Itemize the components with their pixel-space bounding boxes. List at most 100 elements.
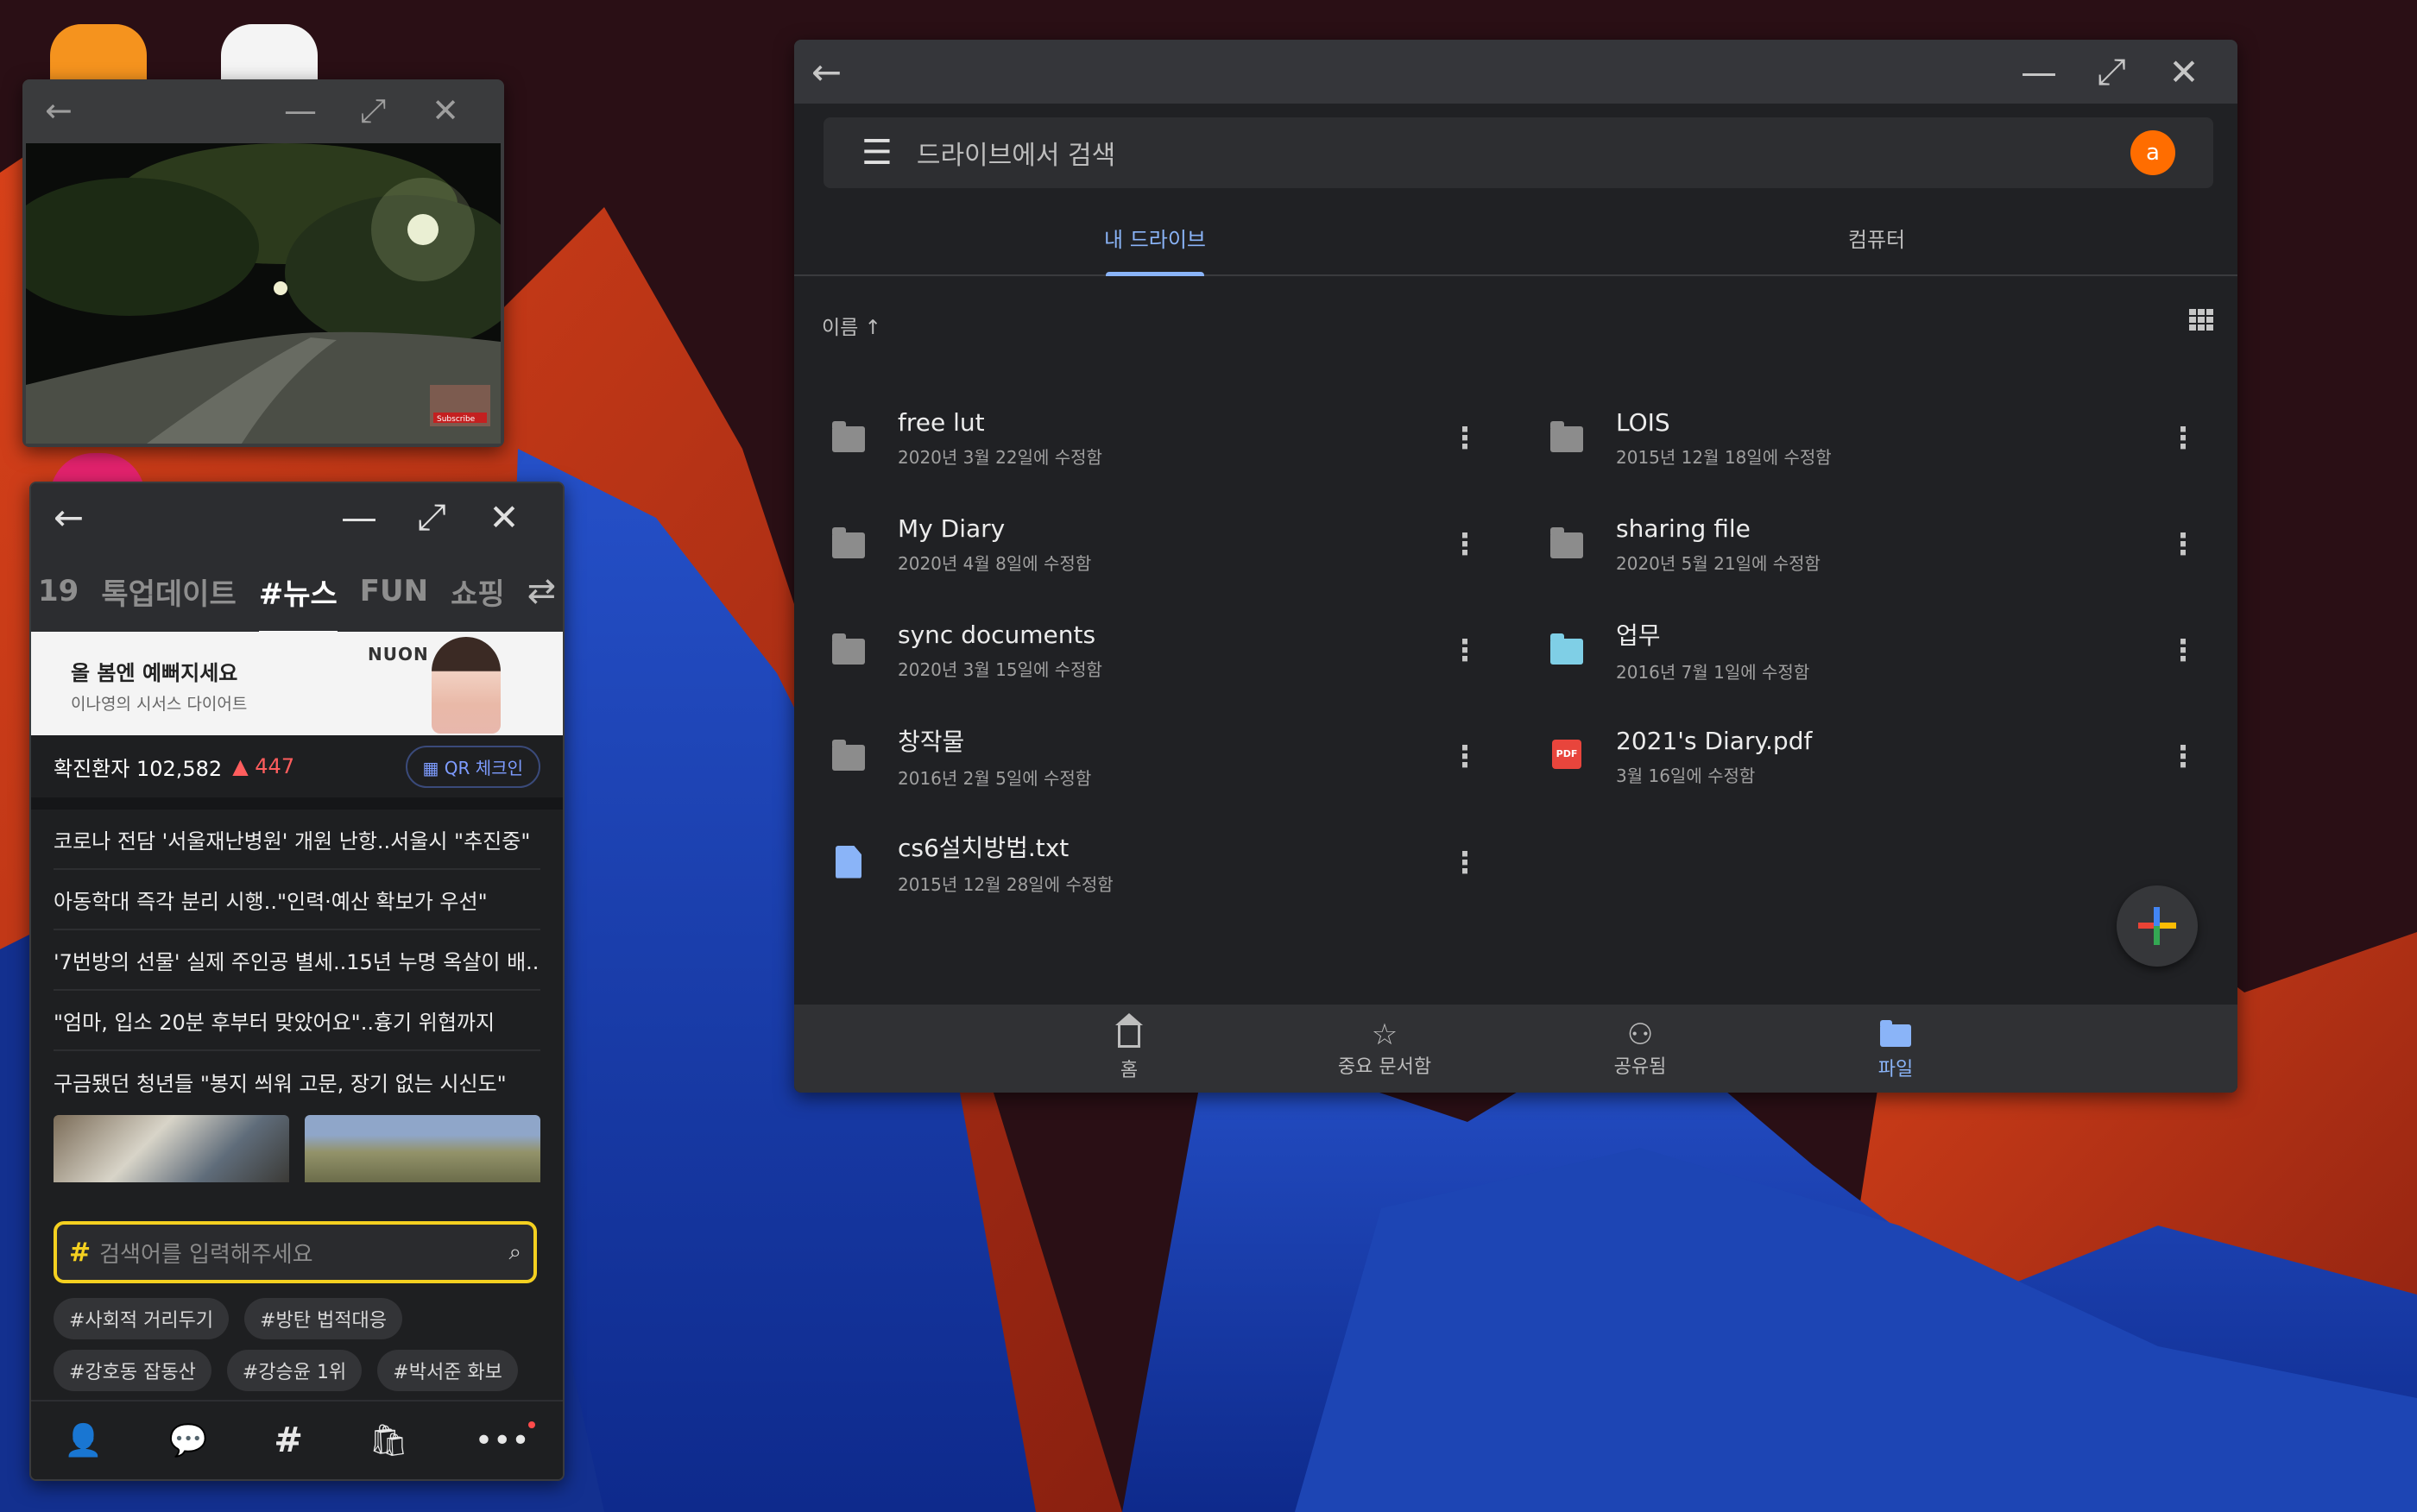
tab-shopping[interactable]: 쇼핑 (451, 570, 505, 613)
grid-view-icon[interactable] (2189, 309, 2213, 331)
maximize-icon[interactable]: ⤢ (395, 495, 468, 539)
covid-count: 확진환자 102,582 (54, 756, 223, 781)
shared-folder-icon (1550, 633, 1585, 668)
folder-icon (832, 420, 867, 456)
drive-window-titlebar: ← — ⤢ ✕ (794, 40, 2237, 104)
back-icon[interactable]: ← (54, 496, 84, 539)
chat-icon[interactable]: 💬 (169, 1422, 208, 1458)
more-vert-icon[interactable]: ⋮ (1450, 742, 1480, 772)
tab-talk-update[interactable]: 톡업데이트 (101, 570, 236, 613)
headline-item[interactable]: 코로나 전담 '서울재난병원' 개원 난항..서울시 "추진중" (54, 810, 540, 870)
tag-chip[interactable]: #박서준 화보 (377, 1350, 518, 1391)
hash-tab-icon[interactable]: # (274, 1421, 303, 1460)
file-modified: 2015년 12월 28일에 수정함 (898, 874, 1114, 895)
file-name: LOIS (1616, 407, 1670, 437)
account-avatar[interactable]: a (2130, 130, 2175, 175)
new-item-fab-button[interactable] (2117, 885, 2198, 967)
file-item[interactable]: free lut 2020년 3월 22일에 수정함 ⋮ (794, 385, 1512, 491)
video-player[interactable]: Subscribe (26, 143, 501, 444)
file-name: cs6설치방법.txt (898, 834, 1070, 862)
close-icon[interactable]: ✕ (468, 496, 540, 539)
file-item[interactable]: My Diary 2020년 4월 8일에 수정함 ⋮ (794, 491, 1512, 597)
tab-news[interactable]: #뉴스 (258, 570, 338, 635)
nav-shared[interactable]: ⚇ 공유됨 (1512, 1018, 1768, 1079)
tab-computers[interactable]: 컴퓨터 (1516, 204, 2237, 274)
hamburger-menu-icon[interactable]: ☰ (861, 133, 893, 173)
close-icon[interactable]: ✕ (409, 91, 482, 129)
doc-icon (832, 845, 867, 880)
file-item[interactable]: LOIS 2015년 12월 18일에 수정함 ⋮ (1512, 385, 2231, 491)
file-item[interactable]: 창작물 2016년 2월 5일에 수정함 ⋮ (794, 703, 1512, 810)
file-modified: 2020년 4월 8일에 수정함 (898, 552, 1092, 574)
back-icon[interactable]: ← (811, 51, 842, 93)
drive-tab-bar: 내 드라이브 컴퓨터 (794, 204, 2237, 276)
tab-fun[interactable]: FUN (360, 574, 428, 608)
file-name: free lut (898, 407, 985, 437)
news-tab-bar: 19 톡업데이트 #뉴스 FUN 쇼핑 ⇄ (31, 551, 563, 635)
file-item[interactable]: 업무 2016년 7월 1일에 수정함 ⋮ (1512, 597, 2231, 703)
tag-chip[interactable]: #강승윤 1위 (226, 1350, 363, 1391)
file-modified: 2016년 7월 1일에 수정함 (1616, 662, 1810, 683)
more-vert-icon[interactable]: ⋮ (1450, 424, 1480, 453)
headline-item[interactable]: '7번방의 선물' 실제 주인공 별세..15년 누명 옥살이 배... (54, 930, 540, 991)
drive-search-placeholder: 드라이브에서 검색 (916, 141, 1116, 171)
pdf-icon: PDF (1550, 739, 1585, 774)
file-name: My Diary (898, 513, 1006, 543)
qr-checkin-button[interactable]: ▦ QR 체크인 (405, 745, 540, 788)
more-vert-icon[interactable]: ⋮ (2168, 742, 2198, 772)
nav-starred[interactable]: ☆ 중요 문서함 (1257, 1018, 1512, 1079)
tab-my-drive[interactable]: 내 드라이브 (794, 204, 1516, 274)
minimize-icon[interactable]: — (264, 91, 337, 129)
tag-chip[interactable]: #방탄 법적대응 (244, 1298, 402, 1339)
folder-icon (832, 526, 867, 562)
file-item[interactable]: PDF 2021's Diary.pdf 3월 16일에 수정함 ⋮ (1512, 703, 2231, 810)
subscribe-badge: Subscribe (437, 415, 476, 424)
folder-icon (832, 739, 867, 774)
headline-item[interactable]: "엄마, 입소 20분 후부터 맞았어요"..흉기 위협까지 (54, 991, 540, 1051)
sort-by-name-button[interactable]: 이름 ↑ (822, 311, 881, 340)
more-vert-icon[interactable]: ⋮ (1450, 530, 1480, 559)
tag-chip[interactable]: #사회적 거리두기 (54, 1298, 230, 1339)
friends-icon[interactable]: 👤 (64, 1422, 103, 1458)
ad-banner[interactable]: 올 봄엔 예뻐지세요 이나영의 시서스 다이어트 NUON (31, 632, 563, 735)
file-name: 창작물 (898, 728, 965, 756)
folder-icon (1768, 1016, 2023, 1054)
covid-status-row: 확진환자 102,582 ▲ 447 ▦ QR 체크인 (31, 735, 563, 810)
file-item[interactable]: cs6설치방법.txt 2015년 12월 28일에 수정함 ⋮ (794, 810, 1512, 916)
tab-19[interactable]: 19 (38, 574, 79, 608)
file-item[interactable]: sync documents 2020년 3월 15일에 수정함 ⋮ (794, 597, 1512, 703)
maximize-icon[interactable]: ⤢ (337, 91, 409, 130)
trending-tags: #사회적 거리두기 #방탄 법적대응 #강호동 잡동산 #강승윤 1위 #박서준… (54, 1298, 554, 1391)
drive-search-bar[interactable]: ☰ 드라이브에서 검색 a (824, 117, 2213, 188)
news-thumbnails (31, 1112, 563, 1182)
swap-icon[interactable]: ⇄ (527, 571, 557, 611)
headline-item[interactable]: 아동학대 즉각 분리 시행.."인력·예산 확보가 우선" (54, 870, 540, 930)
nav-files[interactable]: 파일 (1768, 1016, 2023, 1081)
file-item[interactable]: sharing file 2020년 5월 21일에 수정함 ⋮ (1512, 491, 2231, 597)
search-icon[interactable]: ⌕ (508, 1239, 521, 1266)
shop-icon[interactable]: 🛍 (369, 1422, 409, 1458)
more-vert-icon[interactable]: ⋮ (2168, 530, 2198, 559)
maximize-icon[interactable]: ⤢ (2075, 50, 2148, 93)
minimize-icon[interactable]: — (2003, 51, 2075, 93)
covid-change: ▲ 447 (232, 754, 295, 778)
more-vert-icon[interactable]: ⋮ (1450, 848, 1480, 878)
news-thumbnail[interactable] (305, 1115, 540, 1182)
minimize-icon[interactable]: — (323, 496, 395, 539)
more-vert-icon[interactable]: ⋮ (1450, 636, 1480, 665)
file-name: 2021's Diary.pdf (1616, 726, 1813, 755)
headline-list: 코로나 전담 '서울재난병원' 개원 난항..서울시 "추진중" 아동학대 즉각… (31, 810, 563, 1112)
back-icon[interactable]: ← (45, 91, 73, 129)
headline-item[interactable]: 구금됐던 청년들 "봉지 씌워 고문, 장기 없는 시신도" (54, 1051, 540, 1112)
qr-icon: ▦ (422, 757, 445, 778)
more-icon[interactable]: ••• (475, 1421, 535, 1458)
tag-chip[interactable]: #강호동 잡동산 (54, 1350, 211, 1391)
news-thumbnail[interactable] (54, 1115, 289, 1182)
news-search-input[interactable]: # 검색어를 입력해주세요 ⌕ (54, 1221, 537, 1283)
file-name: sync documents (898, 620, 1096, 649)
more-vert-icon[interactable]: ⋮ (2168, 636, 2198, 665)
more-vert-icon[interactable]: ⋮ (2168, 424, 2198, 453)
close-icon[interactable]: ✕ (2148, 51, 2220, 93)
nav-home[interactable]: 홈 (1001, 1013, 1257, 1082)
file-name: sharing file (1616, 513, 1751, 543)
